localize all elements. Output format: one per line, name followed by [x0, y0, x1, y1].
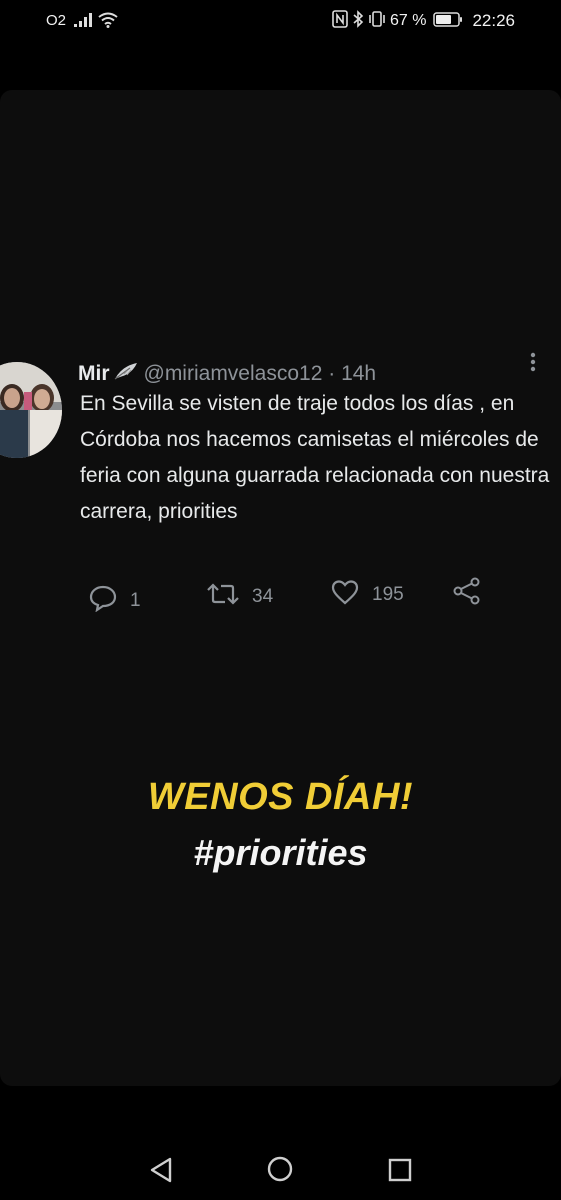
feather-emoji-icon	[112, 360, 140, 388]
back-icon[interactable]	[148, 1156, 174, 1189]
reply-button[interactable]: 1	[88, 584, 141, 618]
bluetooth-icon	[352, 10, 364, 32]
like-count: 195	[372, 584, 404, 605]
home-icon[interactable]	[266, 1155, 294, 1188]
battery-percent: 67 %	[389, 12, 427, 29]
retweet-count: 34	[252, 586, 274, 607]
handle[interactable]: @miriamvelasco12	[144, 362, 323, 385]
retweet-button[interactable]: 34	[206, 581, 273, 613]
phone-screen: O2 67 % 22:26 Mir @miriamvelasco12 · 14h…	[0, 0, 561, 1200]
signal-icon	[74, 13, 94, 31]
separator-dot: ·	[328, 362, 336, 385]
reply-icon	[88, 584, 118, 618]
overlay-hashtag: #priorities	[193, 832, 368, 873]
status-bar: O2 67 % 22:26	[0, 0, 561, 42]
retweet-icon	[206, 581, 240, 613]
like-icon	[330, 579, 360, 611]
carrier-label: O2	[46, 12, 67, 29]
tweet-actions: 1 34 195	[84, 577, 504, 613]
navigation-bar	[0, 1140, 561, 1200]
like-button[interactable]: 195	[330, 579, 404, 611]
overlay-title: WENOS DÍAH!	[147, 776, 414, 818]
nfc-icon	[332, 10, 348, 32]
reply-count: 1	[130, 590, 141, 611]
battery-icon	[433, 11, 463, 31]
avatar[interactable]	[0, 362, 62, 458]
display-name[interactable]: Mir	[78, 362, 110, 385]
wifi-icon	[98, 12, 118, 32]
share-button[interactable]	[452, 577, 482, 611]
video-frame[interactable]: Mir @miriamvelasco12 · 14h En Sevilla se …	[0, 90, 561, 1086]
tweet-text: En Sevilla se visten de traje todos los …	[80, 392, 550, 523]
recents-icon[interactable]	[387, 1157, 413, 1188]
time-ago[interactable]: 14h	[341, 362, 376, 385]
more-icon[interactable]	[528, 352, 538, 381]
clock: 22:26	[472, 11, 515, 30]
tweet-header: Mir @miriamvelasco12 · 14h	[78, 360, 376, 388]
vibrate-icon	[368, 10, 386, 32]
share-icon	[452, 577, 482, 611]
